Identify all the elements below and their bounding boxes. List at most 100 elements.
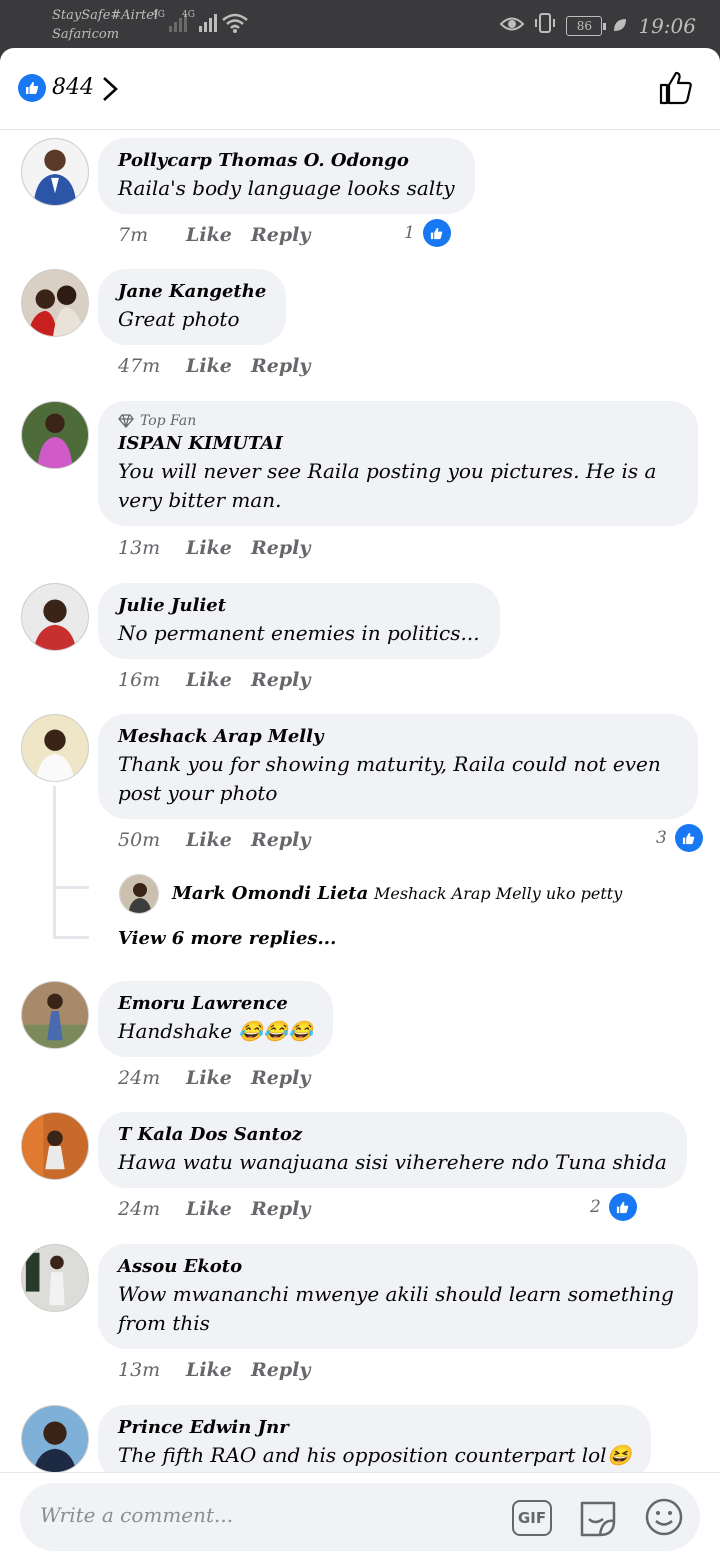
thread-line: [53, 786, 56, 890]
status-bar: StaySafe#Airtel Safaricom 4G 4G 86 19:06: [0, 0, 720, 48]
like-button[interactable]: Like: [186, 1067, 251, 1089]
gif-button[interactable]: GIF: [512, 1500, 552, 1536]
thread-line: [53, 884, 56, 938]
comment-text: You will never see Raila posting you pic…: [118, 459, 657, 512]
comment-actions: 13m Like Reply: [118, 537, 310, 559]
like-button[interactable]: Like: [186, 355, 251, 377]
comment-bubble[interactable]: Pollycarp Thomas O. Odongo Raila's body …: [98, 138, 475, 214]
leaf-icon: [612, 14, 628, 38]
avatar[interactable]: [21, 138, 89, 206]
sticker-icon[interactable]: [576, 1497, 620, 1543]
comment-actions: 24m Like Reply: [118, 1067, 310, 1089]
like-post-button[interactable]: [658, 70, 694, 110]
comment-time: 16m: [118, 669, 161, 691]
reply-button[interactable]: Reply: [251, 355, 310, 377]
avatar[interactable]: [21, 1244, 89, 1312]
diamond-icon: [118, 414, 134, 428]
reply-button[interactable]: Reply: [251, 537, 310, 559]
comment-bubble[interactable]: Julie Juliet No permanent enemies in pol…: [98, 583, 500, 659]
thread-branch: [53, 886, 89, 889]
comment-actions: 7m Like Reply: [118, 224, 310, 246]
avatar[interactable]: [21, 401, 89, 469]
reply-button[interactable]: Reply: [251, 224, 310, 246]
like-button[interactable]: Like: [186, 1359, 251, 1381]
comment-text: Raila's body language looks salty: [118, 176, 455, 200]
comment-bubble[interactable]: Assou Ekoto Wow mwananchi mwenye akili s…: [98, 1244, 698, 1349]
reply-preview[interactable]: Mark Omondi Lieta Meshack Arap Melly uko…: [172, 883, 622, 904]
reaction-number: 3: [656, 828, 667, 848]
comment-author[interactable]: Assou Ekoto: [118, 1254, 678, 1280]
like-button[interactable]: Like: [186, 1198, 251, 1220]
top-fan-badge: Top Fan: [118, 411, 678, 431]
like-reaction-icon: [608, 1193, 637, 1221]
comment-author[interactable]: ISPAN KIMUTAI: [118, 431, 678, 457]
comment-bubble[interactable]: Top Fan ISPAN KIMUTAI You will never see…: [98, 401, 698, 526]
comment-time: 24m: [118, 1198, 161, 1220]
network-2-label: 4G: [182, 10, 195, 20]
reply-button[interactable]: Reply: [251, 829, 310, 851]
comment-text: No permanent enemies in politics...: [118, 621, 480, 645]
like-reaction-icon: [18, 74, 46, 102]
thread-branch: [53, 936, 89, 939]
like-button[interactable]: Like: [186, 537, 251, 559]
comment-time: 13m: [118, 1359, 161, 1381]
like-button[interactable]: Like: [186, 224, 251, 246]
avatar[interactable]: [21, 981, 89, 1049]
comment-time: 13m: [118, 537, 161, 559]
comments-sheet: 844 Pollycarp Thomas O. Odongo Raila's b…: [0, 48, 720, 1560]
reply-button[interactable]: Reply: [251, 1359, 310, 1381]
comment-text: Hawa watu wanajuana sisi viherehere ndo …: [118, 1150, 667, 1174]
chevron-right-icon[interactable]: [100, 75, 120, 107]
comment-author[interactable]: Pollycarp Thomas O. Odongo: [118, 148, 455, 174]
comment-author[interactable]: Prince Edwin Jnr: [118, 1415, 631, 1441]
reaction-count[interactable]: 1: [404, 219, 451, 247]
reply-avatar[interactable]: [119, 874, 159, 914]
reply-button[interactable]: Reply: [251, 1198, 310, 1220]
reply-button[interactable]: Reply: [251, 1067, 310, 1089]
comment-text: Wow mwananchi mwenye akili should learn …: [118, 1282, 674, 1335]
reply-author[interactable]: Mark Omondi Lieta: [172, 883, 368, 904]
comment-bubble[interactable]: Emoru Lawrence Handshake 😂😂😂: [98, 981, 334, 1057]
comment-author[interactable]: Julie Juliet: [118, 593, 480, 619]
comment-bubble[interactable]: T Kala Dos Santoz Hawa watu wanajuana si…: [98, 1112, 687, 1188]
like-reaction-icon: [422, 219, 451, 247]
vibrate-icon: [534, 12, 556, 39]
comment-bubble[interactable]: Meshack Arap Melly Thank you for showing…: [98, 714, 698, 819]
comment-input[interactable]: Write a comment... GIF: [20, 1483, 700, 1551]
reaction-count[interactable]: 3: [656, 824, 703, 852]
comment-actions: 13m Like Reply: [118, 1359, 310, 1381]
comment-actions: 24m Like Reply: [118, 1198, 310, 1220]
reply-button[interactable]: Reply: [251, 669, 310, 691]
comment-time: 7m: [118, 224, 149, 246]
avatar[interactable]: [21, 714, 89, 782]
comment-author[interactable]: Emoru Lawrence: [118, 991, 313, 1017]
signal-2-icon: 4G: [182, 10, 217, 32]
emoji-icon[interactable]: [644, 1497, 684, 1541]
view-more-replies-link[interactable]: View 6 more replies...: [118, 928, 336, 949]
avatar[interactable]: [21, 269, 89, 337]
battery-icon: 86: [566, 15, 607, 36]
comment-author[interactable]: T Kala Dos Santoz: [118, 1122, 667, 1148]
comment-author[interactable]: Jane Kangethe: [118, 279, 266, 305]
avatar[interactable]: [21, 1112, 89, 1180]
reaction-count[interactable]: 2: [590, 1193, 637, 1221]
like-reaction-icon: [674, 824, 703, 852]
comment-time: 47m: [118, 355, 161, 377]
comment-bubble[interactable]: Jane Kangethe Great photo: [98, 269, 287, 345]
clock-time: 19:06: [638, 13, 696, 38]
comment-bubble[interactable]: Prince Edwin Jnr The fifth RAO and his o…: [98, 1405, 652, 1472]
like-button[interactable]: Like: [186, 829, 251, 851]
comment-placeholder[interactable]: Write a comment...: [40, 1503, 233, 1527]
avatar[interactable]: [21, 583, 89, 651]
comment-actions: 16m Like Reply: [118, 669, 310, 691]
status-right: 86 19:06: [499, 12, 696, 39]
like-button[interactable]: Like: [186, 669, 251, 691]
comment-list: Pollycarp Thomas O. Odongo Raila's body …: [0, 130, 720, 1472]
reply-text: Meshack Arap Melly uko petty: [373, 884, 623, 903]
comment-author[interactable]: Meshack Arap Melly: [118, 724, 678, 750]
comment-actions: 50m Like Reply: [118, 829, 310, 851]
like-count[interactable]: 844: [52, 74, 94, 102]
avatar[interactable]: [21, 1405, 89, 1472]
reaction-number: 1: [404, 223, 415, 243]
comment-text: The fifth RAO and his opposition counter…: [118, 1443, 632, 1467]
